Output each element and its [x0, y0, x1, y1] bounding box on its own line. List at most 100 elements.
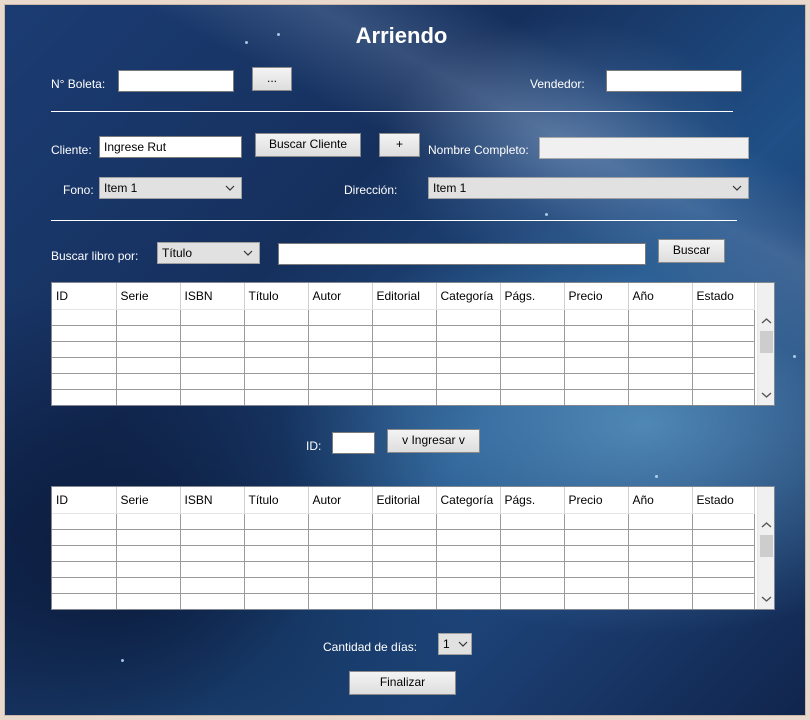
table-cell[interactable]: [628, 513, 693, 530]
table-cell[interactable]: [500, 529, 565, 546]
finalizar-button[interactable]: Finalizar: [349, 671, 456, 695]
table-cell[interactable]: [500, 341, 565, 358]
table-cell[interactable]: [500, 561, 565, 578]
table-cell[interactable]: [180, 325, 245, 342]
table-cell[interactable]: [436, 341, 501, 358]
table-row[interactable]: [52, 341, 755, 358]
table-cell[interactable]: [308, 309, 373, 326]
buscar-libro-input[interactable]: [278, 243, 646, 265]
table-cell[interactable]: [308, 513, 373, 530]
table-cell[interactable]: [372, 577, 437, 594]
column-header[interactable]: Título: [244, 283, 309, 310]
table-cell[interactable]: [692, 561, 755, 578]
table-cell[interactable]: [244, 561, 309, 578]
table-cell[interactable]: [500, 513, 565, 530]
direccion-select[interactable]: Item 1: [428, 177, 749, 199]
scrollbar[interactable]: [757, 487, 774, 609]
table-cell[interactable]: [436, 373, 501, 390]
table-cell[interactable]: [692, 357, 755, 374]
table-row[interactable]: [52, 577, 755, 594]
table-cell[interactable]: [308, 341, 373, 358]
table-cell[interactable]: [52, 389, 117, 405]
table-cell[interactable]: [628, 373, 693, 390]
table-cell[interactable]: [628, 341, 693, 358]
table-cell[interactable]: [564, 373, 629, 390]
vendedor-input[interactable]: [606, 70, 742, 92]
scrollbar[interactable]: [757, 283, 774, 405]
table-cell[interactable]: [244, 373, 309, 390]
table-cell[interactable]: [628, 529, 693, 546]
column-header[interactable]: Editorial: [372, 283, 437, 310]
table-cell[interactable]: [308, 593, 373, 609]
table-cell[interactable]: [52, 529, 117, 546]
id-input[interactable]: [332, 432, 375, 454]
table-cell[interactable]: [436, 357, 501, 374]
table-cell[interactable]: [116, 545, 181, 562]
buscar-por-select[interactable]: Título: [157, 242, 260, 264]
libros-table[interactable]: ID Serie ISBN Título Autor Editorial Categoría…: [51, 282, 775, 406]
table-row[interactable]: [52, 373, 755, 390]
table-cell[interactable]: [692, 577, 755, 594]
table-cell[interactable]: [308, 325, 373, 342]
table-row[interactable]: [52, 561, 755, 578]
table-cell[interactable]: [436, 529, 501, 546]
table-cell[interactable]: [116, 309, 181, 326]
table-row[interactable]: [52, 545, 755, 562]
table-cell[interactable]: [52, 373, 117, 390]
table-cell[interactable]: [52, 325, 117, 342]
table-cell[interactable]: [116, 325, 181, 342]
cantidad-dias-select[interactable]: 1: [438, 633, 472, 655]
column-header[interactable]: Estado: [692, 487, 755, 514]
table-cell[interactable]: [628, 309, 693, 326]
table-cell[interactable]: [692, 389, 755, 405]
column-header[interactable]: Págs.: [500, 283, 565, 310]
scroll-down-icon[interactable]: [758, 386, 775, 403]
table-cell[interactable]: [628, 389, 693, 405]
table-cell[interactable]: [180, 513, 245, 530]
scroll-up-icon[interactable]: [758, 517, 775, 534]
column-header[interactable]: Autor: [308, 283, 373, 310]
table-cell[interactable]: [436, 389, 501, 405]
table-cell[interactable]: [564, 389, 629, 405]
table-cell[interactable]: [692, 529, 755, 546]
table-cell[interactable]: [564, 545, 629, 562]
table-row[interactable]: [52, 309, 755, 326]
table-cell[interactable]: [116, 513, 181, 530]
table-cell[interactable]: [180, 593, 245, 609]
column-header[interactable]: ISBN: [180, 487, 245, 514]
table-cell[interactable]: [692, 513, 755, 530]
column-header[interactable]: Estado: [692, 283, 755, 310]
table-cell[interactable]: [564, 561, 629, 578]
column-header[interactable]: Categoría: [436, 283, 501, 310]
arriendo-table[interactable]: ID Serie ISBN Título Autor Editorial Categoría…: [51, 486, 775, 610]
table-cell[interactable]: [308, 577, 373, 594]
table-cell[interactable]: [244, 309, 309, 326]
table-cell[interactable]: [52, 341, 117, 358]
table-cell[interactable]: [52, 513, 117, 530]
table-cell[interactable]: [52, 593, 117, 609]
table-cell[interactable]: [436, 561, 501, 578]
table-row[interactable]: [52, 357, 755, 374]
table-cell[interactable]: [180, 561, 245, 578]
table-cell[interactable]: [372, 373, 437, 390]
table-cell[interactable]: [564, 593, 629, 609]
nombre-completo-input[interactable]: [539, 137, 749, 159]
table-cell[interactable]: [116, 389, 181, 405]
column-header[interactable]: Serie: [116, 283, 181, 310]
table-row[interactable]: [52, 593, 755, 609]
table-cell[interactable]: [180, 577, 245, 594]
column-header[interactable]: ISBN: [180, 283, 245, 310]
scrollbar-thumb[interactable]: [760, 331, 773, 353]
scrollbar-thumb[interactable]: [760, 535, 773, 557]
table-cell[interactable]: [372, 561, 437, 578]
column-header[interactable]: Precio: [564, 487, 629, 514]
table-row[interactable]: [52, 513, 755, 530]
table-cell[interactable]: [180, 357, 245, 374]
table-cell[interactable]: [308, 357, 373, 374]
table-cell[interactable]: [500, 325, 565, 342]
table-cell[interactable]: [628, 577, 693, 594]
table-cell[interactable]: [628, 593, 693, 609]
column-header[interactable]: Autor: [308, 487, 373, 514]
table-row[interactable]: [52, 389, 755, 405]
buscar-cliente-button[interactable]: Buscar Cliente: [255, 133, 361, 157]
